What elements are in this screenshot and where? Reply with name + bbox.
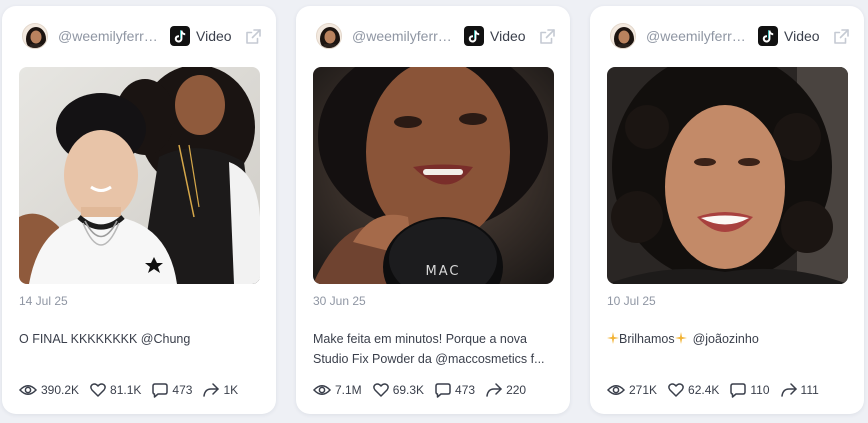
post-date: 14 Jul 25 xyxy=(19,294,68,308)
views-stat: 7.1M xyxy=(313,383,362,397)
views-stat: 271K xyxy=(607,383,657,397)
avatar[interactable] xyxy=(316,23,342,49)
heart-icon xyxy=(668,383,684,397)
post-card[interactable]: @weemilyferre... Video xyxy=(2,6,276,414)
comments-stat: 473 xyxy=(152,382,193,398)
likes-count: 81.1K xyxy=(110,383,142,397)
post-stats: 7.1M 69.3K 473 220 xyxy=(313,381,537,399)
post-card[interactable]: @weemilyferre... Video xyxy=(296,6,570,414)
caption-mention[interactable]: @joãozinho xyxy=(693,332,759,346)
post-thumbnail[interactable]: MAC xyxy=(313,67,554,284)
eye-icon xyxy=(607,385,625,395)
content-type-label: Video xyxy=(784,28,820,44)
post-thumbnail[interactable] xyxy=(19,67,260,284)
sparkle-icon xyxy=(607,332,619,344)
post-header: @weemilyferre... Video xyxy=(22,22,262,50)
shares-stat: 220 xyxy=(486,383,526,397)
post-caption: Brilhamos @joãozinho xyxy=(607,329,847,349)
post-date: 30 Jun 25 xyxy=(313,294,366,308)
external-link-icon[interactable] xyxy=(832,27,850,45)
creator-handle[interactable]: @weemilyferre... xyxy=(646,28,748,44)
creator-handle[interactable]: @weemilyferre... xyxy=(352,28,454,44)
post-card-row: @weemilyferre... Video 14 Jul 25 O FINAL… xyxy=(0,0,868,423)
comments-stat: 110 xyxy=(730,382,770,398)
views-count: 271K xyxy=(629,383,658,397)
eye-icon xyxy=(19,385,37,395)
brand-text: MAC xyxy=(426,264,461,279)
tiktok-icon xyxy=(464,26,484,46)
caption-line: Make feita em minutos! Porque a nova xyxy=(313,332,528,346)
creator-handle[interactable]: @weemilyferre... xyxy=(58,28,160,44)
shares-count: 1K xyxy=(223,383,239,397)
heart-icon xyxy=(90,383,106,397)
content-type-label: Video xyxy=(196,28,232,44)
caption-line: Studio Fix Powder da @maccosmetics f... xyxy=(313,352,545,366)
post-card[interactable]: @weemilyferre... Video xyxy=(590,6,864,414)
comments-count: 473 xyxy=(172,383,193,397)
external-link-icon[interactable] xyxy=(244,27,262,45)
shares-count: 111 xyxy=(800,383,819,397)
content-type-label: Video xyxy=(490,28,526,44)
avatar[interactable] xyxy=(610,23,636,49)
likes-count: 69.3K xyxy=(392,383,425,397)
views-stat: 390.2K xyxy=(19,383,79,397)
eye-icon xyxy=(313,385,331,395)
shares-stat: 111 xyxy=(780,383,819,397)
caption-text: Brilhamos xyxy=(619,332,675,346)
post-stats: 271K 62.4K 110 111 xyxy=(607,381,830,399)
post-header: @weemilyferre... Video xyxy=(610,22,850,50)
post-thumbnail[interactable] xyxy=(607,67,848,284)
sparkle-icon xyxy=(674,332,687,344)
likes-stat: 81.1K xyxy=(90,383,141,397)
caption-line: O FINAL KKKKKKKK @Chung xyxy=(19,332,191,346)
views-count: 7.1M xyxy=(335,383,362,397)
likes-count: 62.4K xyxy=(688,383,720,397)
likes-stat: 62.4K xyxy=(668,383,719,397)
comments-count: 110 xyxy=(750,383,770,397)
post-caption: Make feita em minutos! Porque a nova Stu… xyxy=(313,329,553,369)
tiktok-icon xyxy=(170,26,190,46)
caption-line: Brilhamos @joãozinho xyxy=(607,329,847,349)
heart-icon xyxy=(372,383,389,397)
likes-stat: 69.3K xyxy=(372,383,425,397)
comment-icon xyxy=(152,382,169,398)
comment-icon xyxy=(435,382,451,398)
avatar[interactable] xyxy=(22,23,48,49)
post-header: @weemilyferre... Video xyxy=(316,22,556,50)
post-caption: O FINAL KKKKKKKK @Chung xyxy=(19,329,259,349)
shares-count: 220 xyxy=(506,383,527,397)
share-icon xyxy=(203,383,220,397)
external-link-icon[interactable] xyxy=(538,27,556,45)
shares-stat: 1K xyxy=(203,383,238,397)
comments-stat: 473 xyxy=(435,382,476,398)
share-icon xyxy=(486,383,502,397)
post-stats: 390.2K 81.1K 473 1K xyxy=(19,381,249,399)
views-count: 390.2K xyxy=(41,383,80,397)
tiktok-icon xyxy=(758,26,778,46)
comment-icon xyxy=(730,382,747,398)
comments-count: 473 xyxy=(455,383,476,397)
post-date: 10 Jul 25 xyxy=(607,294,656,308)
share-icon xyxy=(780,383,797,397)
